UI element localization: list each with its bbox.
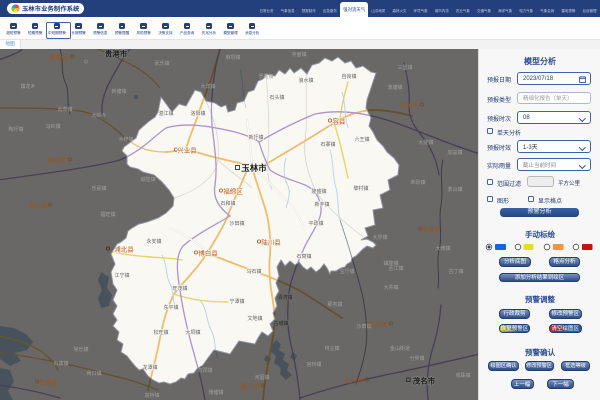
svg-text:罗秀镇: 罗秀镇 bbox=[258, 73, 273, 80]
svg-text:永安镇: 永安镇 bbox=[146, 238, 161, 245]
svg-text:平政镇: 平政镇 bbox=[308, 220, 323, 227]
svg-text:松旺镇: 松旺镇 bbox=[153, 329, 168, 336]
svg-text:城隍镇: 城隍镇 bbox=[140, 176, 155, 183]
svg-text:大井镇: 大井镇 bbox=[383, 284, 398, 291]
svg-text:石头镇: 石头镇 bbox=[269, 94, 284, 101]
svg-text:浦北县: 浦北县 bbox=[114, 244, 134, 253]
svg-text:朱砂镇: 朱砂镇 bbox=[410, 179, 425, 186]
svg-text:茶山镇: 茶山镇 bbox=[447, 186, 462, 193]
svg-text:新丰镇: 新丰镇 bbox=[314, 201, 329, 208]
svg-text:常乐镇: 常乐镇 bbox=[73, 346, 88, 353]
svg-text:大坡镇: 大坡镇 bbox=[435, 245, 450, 252]
svg-text:灵山县: 灵山县 bbox=[28, 200, 48, 209]
svg-text:木梓镇: 木梓镇 bbox=[118, 136, 133, 143]
svg-text:文地镇: 文地镇 bbox=[247, 315, 262, 322]
svg-text:化州市: 化州市 bbox=[344, 375, 364, 384]
svg-text:东平镇: 东平镇 bbox=[163, 304, 178, 311]
svg-text:浪水镇: 浪水镇 bbox=[298, 77, 313, 84]
svg-text:旺茂镇: 旺茂镇 bbox=[172, 285, 187, 292]
svg-text:陶圩镇: 陶圩镇 bbox=[8, 126, 23, 133]
svg-text:福旺镇: 福旺镇 bbox=[100, 211, 115, 218]
svg-text:江宁镇: 江宁镇 bbox=[114, 272, 129, 279]
svg-text:大隆镇: 大隆镇 bbox=[418, 139, 433, 146]
svg-text:信宜市: 信宜市 bbox=[421, 224, 441, 233]
svg-text:岑溪市: 岑溪市 bbox=[399, 100, 419, 109]
svg-text:新圩镇: 新圩镇 bbox=[248, 134, 263, 141]
svg-text:洛阳镇: 洛阳镇 bbox=[190, 110, 205, 117]
svg-text:镇隆镇: 镇隆镇 bbox=[383, 260, 398, 267]
svg-text:兴业县: 兴业县 bbox=[177, 145, 197, 154]
svg-text:马岭镇: 马岭镇 bbox=[45, 123, 60, 130]
svg-text:乌石镇: 乌石镇 bbox=[246, 268, 261, 275]
svg-text:自良镇: 自良镇 bbox=[341, 73, 356, 80]
svg-text:横州市: 横州市 bbox=[47, 155, 67, 164]
svg-text:大垌镇: 大垌镇 bbox=[185, 329, 200, 336]
svg-text:麻垌镇: 麻垌镇 bbox=[225, 54, 240, 61]
svg-text:那务镇: 那务镇 bbox=[327, 301, 342, 308]
svg-text:观珠镇: 观珠镇 bbox=[455, 372, 470, 379]
svg-text:大界镇: 大界镇 bbox=[372, 234, 387, 241]
svg-text:石颈镇: 石颈镇 bbox=[197, 367, 212, 374]
svg-text:六王镇: 六王镇 bbox=[354, 136, 369, 143]
svg-text:石寨镇: 石寨镇 bbox=[320, 141, 335, 148]
svg-text:金山街道: 金山街道 bbox=[390, 345, 410, 352]
svg-text:宁潭镇: 宁潭镇 bbox=[229, 298, 244, 305]
svg-text:三堡镇: 三堡镇 bbox=[397, 64, 412, 71]
svg-text:大岭乡: 大岭乡 bbox=[91, 112, 106, 119]
svg-text:镇龙乡: 镇龙乡 bbox=[20, 83, 35, 90]
svg-text:隆盛镇: 隆盛镇 bbox=[311, 188, 326, 195]
svg-text:石康镇: 石康镇 bbox=[53, 360, 68, 367]
svg-text:宝圩镇: 宝圩镇 bbox=[339, 268, 354, 275]
svg-text:高桥镇: 高桥镇 bbox=[144, 392, 159, 399]
svg-text:覃塘区: 覃塘区 bbox=[49, 52, 69, 61]
svg-text:官桥镇: 官桥镇 bbox=[306, 361, 321, 368]
svg-text:高州市: 高州市 bbox=[368, 319, 388, 328]
svg-text:沙田镇: 沙田镇 bbox=[229, 220, 244, 227]
svg-text:玉林市: 玉林市 bbox=[241, 163, 267, 173]
svg-text:寺面镇: 寺面镇 bbox=[291, 51, 306, 58]
svg-text:河唇镇: 河唇镇 bbox=[254, 374, 269, 381]
svg-text:武乐镇: 武乐镇 bbox=[154, 60, 169, 67]
svg-text:陆川县: 陆川县 bbox=[261, 237, 281, 246]
svg-text:新塘镇: 新塘镇 bbox=[111, 88, 126, 95]
svg-text:乐民镇: 乐民镇 bbox=[91, 185, 106, 192]
svg-text:雅塘镇: 雅塘镇 bbox=[208, 389, 223, 396]
svg-text:福绵区: 福绵区 bbox=[223, 186, 243, 195]
svg-text:加益镇: 加益镇 bbox=[447, 149, 462, 156]
svg-text:分界镇: 分界镇 bbox=[409, 355, 424, 362]
svg-text:廉江市: 廉江市 bbox=[240, 381, 260, 390]
svg-text:博白县: 博白县 bbox=[198, 248, 218, 257]
svg-text:合浦县: 合浦县 bbox=[38, 377, 58, 386]
svg-text:石窝镇: 石窝镇 bbox=[296, 253, 311, 260]
svg-text:容县: 容县 bbox=[333, 116, 347, 125]
svg-text:古丁镇: 古丁镇 bbox=[448, 268, 463, 275]
svg-text:黎村镇: 黎村镇 bbox=[353, 185, 368, 192]
svg-text:云表镇: 云表镇 bbox=[57, 106, 72, 113]
svg-text:大洋镇: 大洋镇 bbox=[200, 83, 215, 90]
svg-text:闸口镇: 闸口镇 bbox=[86, 370, 101, 377]
svg-text:贵港市: 贵港市 bbox=[105, 49, 128, 59]
svg-text:茂名市: 茂名市 bbox=[413, 376, 436, 386]
svg-text:波塘镇: 波塘镇 bbox=[387, 84, 402, 91]
svg-text:石和镇: 石和镇 bbox=[220, 200, 235, 207]
svg-text:龙潭镇: 龙潭镇 bbox=[142, 364, 157, 371]
svg-text:林尘镇: 林尘镇 bbox=[324, 345, 339, 352]
